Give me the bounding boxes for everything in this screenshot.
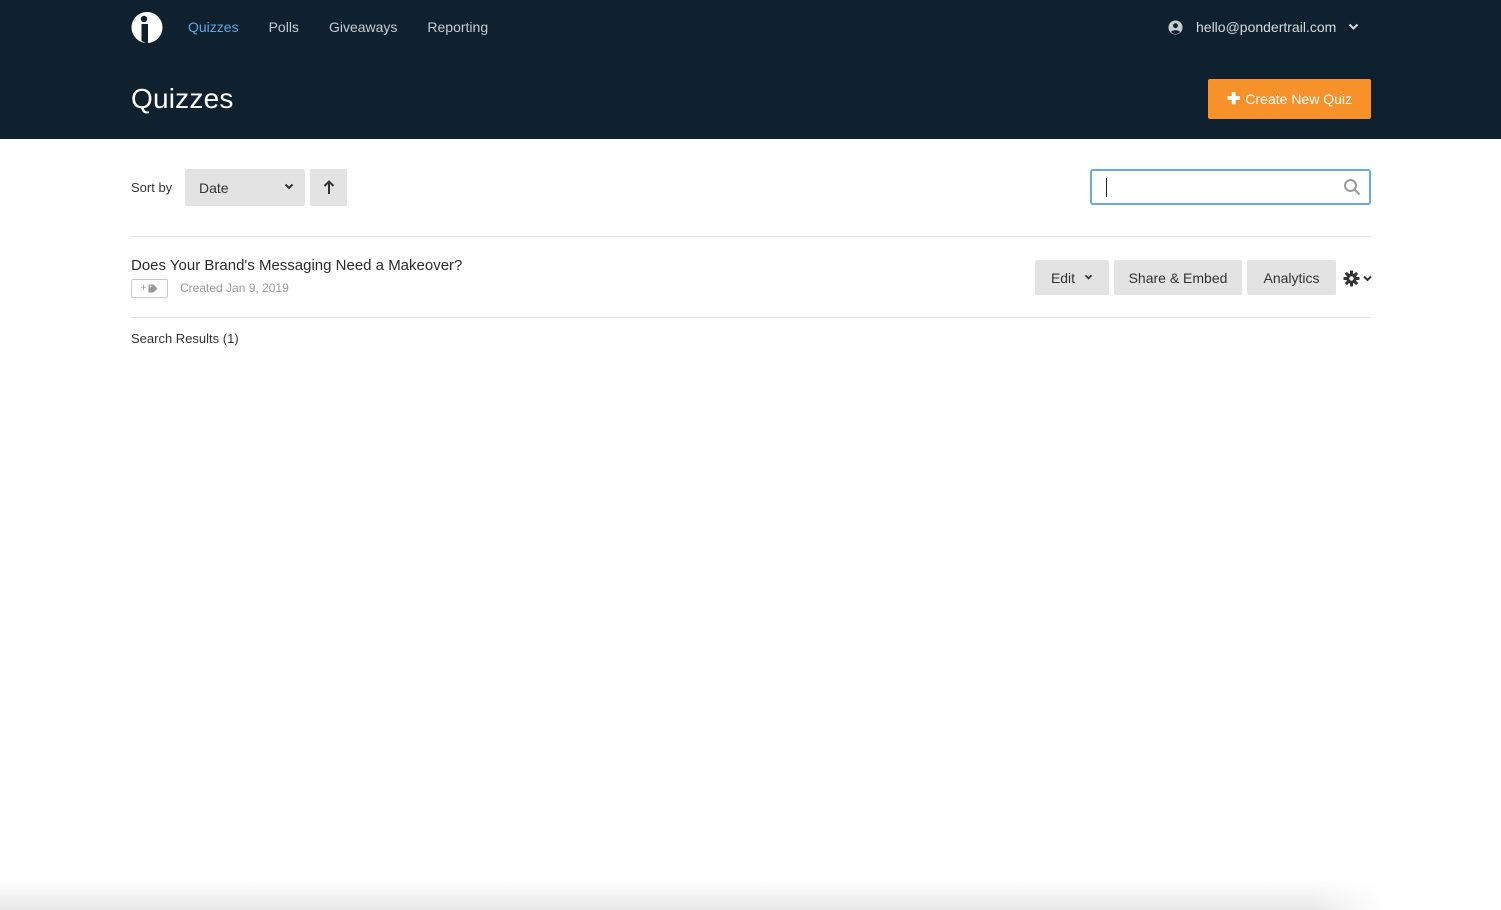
sort-direction-button[interactable] [310, 169, 347, 206]
quiz-title-link[interactable]: Does Your Brand's Messaging Need a Makeo… [131, 256, 462, 276]
chevron-down-icon [284, 183, 294, 190]
search-icon[interactable] [1343, 178, 1361, 196]
text-caret [1106, 178, 1107, 197]
chevron-down-icon [1349, 23, 1359, 30]
chevron-down-icon [1363, 275, 1372, 281]
list-top-divider [131, 236, 1371, 237]
edit-button[interactable]: Edit [1035, 260, 1109, 295]
list-bottom-divider [131, 317, 1371, 318]
chevron-down-icon [1084, 274, 1093, 280]
nav-quizzes[interactable]: Quizzes [188, 18, 239, 36]
page-title: Quizzes [131, 83, 234, 114]
sort-label: Sort by [131, 180, 173, 195]
sort-by-value: Date [199, 179, 229, 196]
bottom-shadow [0, 880, 1501, 910]
search-results-count: Search Results (1) [131, 331, 239, 346]
top-header: Quizzes Polls Giveaways Reporting hello@… [0, 0, 1501, 139]
tag-icon [148, 284, 158, 293]
quiz-created-date: Created Jan 9, 2019 [180, 281, 289, 295]
add-tag-button[interactable]: + [131, 279, 168, 298]
arrow-up-icon [323, 180, 334, 194]
gear-icon [1343, 270, 1360, 286]
user-circle-icon [1168, 19, 1183, 35]
settings-menu-button[interactable] [1343, 269, 1373, 287]
search-input[interactable] [1102, 176, 1332, 198]
account-menu[interactable]: hello@pondertrail.com [1168, 19, 1359, 35]
nav-polls[interactable]: Polls [269, 18, 299, 36]
share-embed-button[interactable]: Share & Embed [1114, 260, 1242, 295]
bottom-shadow-fade [1310, 880, 1501, 910]
analytics-button[interactable]: Analytics [1247, 260, 1336, 295]
plus-icon: ✚ [1227, 91, 1241, 108]
add-tag-plus: + [140, 283, 147, 294]
search-box[interactable] [1090, 169, 1371, 205]
create-new-quiz-button[interactable]: ✚ Create New Quiz [1208, 79, 1371, 119]
account-email: hello@pondertrail.com [1196, 19, 1337, 35]
nav-giveaways[interactable]: Giveaways [329, 18, 397, 36]
create-new-quiz-label: Create New Quiz [1245, 91, 1352, 107]
nav-reporting[interactable]: Reporting [427, 18, 488, 36]
sort-by-select[interactable]: Date [185, 169, 305, 206]
main-nav: Quizzes Polls Giveaways Reporting [188, 18, 518, 36]
edit-label: Edit [1050, 269, 1076, 286]
brand-logo-icon[interactable] [131, 11, 163, 44]
